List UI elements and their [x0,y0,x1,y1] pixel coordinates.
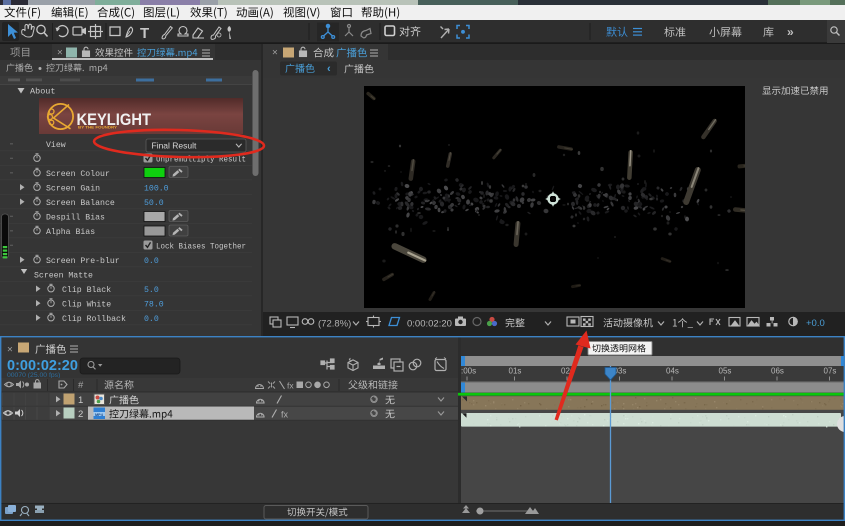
svg-text:×: × [57,48,63,59]
svg-text:Alpha Bias: Alpha Bias [46,227,95,237]
svg-text:05s: 05s [719,367,732,376]
svg-text:5.0: 5.0 [144,286,159,295]
svg-text:06s: 06s [771,367,784,376]
svg-text:View: View [46,140,66,150]
svg-text:100.0: 100.0 [144,185,169,194]
svg-text:0.0: 0.0 [144,315,159,324]
svg-text:MP4: MP4 [95,413,104,417]
svg-text:04s: 04s [666,367,679,376]
svg-text:fx: fx [287,381,294,391]
svg-text:01s: 01s [509,367,522,376]
svg-text:×: × [7,345,13,356]
svg-text:50.0: 50.0 [144,199,164,208]
svg-text:Despill Bias: Despill Bias [46,213,105,223]
svg-text:07s: 07s [824,367,837,376]
svg-text:(72.8%): (72.8%) [318,319,351,330]
svg-text:78.0: 78.0 [144,301,164,310]
svg-text:Clip White: Clip White [62,300,111,310]
svg-text:Final Result: Final Result [152,140,198,150]
svg-text:×: × [272,48,278,59]
svg-text:2: 2 [78,409,83,420]
svg-text:Lock Biases Together: Lock Biases Together [156,242,246,252]
svg-text:Clip Black: Clip Black [62,285,111,295]
svg-text:Screen Matte: Screen Matte [34,272,93,281]
svg-text:Screen Pre-blur: Screen Pre-blur [46,256,120,266]
svg-text:About: About [30,87,56,97]
svg-text:0.0: 0.0 [144,257,159,266]
svg-text:»: » [787,25,794,39]
svg-text:Screen Balance: Screen Balance [46,198,115,208]
svg-text:1: 1 [78,395,83,406]
svg-text::00s: :00s [461,367,476,376]
svg-text:Screen Gain: Screen Gain [46,184,100,194]
svg-text:fx: fx [281,410,289,420]
svg-text:Clip Rollback: Clip Rollback [62,314,126,324]
svg-text:‹: ‹ [327,63,331,75]
svg-text:T: T [140,25,149,42]
svg-text:0:00:02:20: 0:00:02:20 [407,319,452,330]
svg-text:#: # [78,380,84,391]
svg-text:BY THE FOUNDRY: BY THE FOUNDRY [78,124,117,129]
svg-text:Screen Colour: Screen Colour [46,169,110,179]
svg-text:+0.0: +0.0 [806,318,825,329]
